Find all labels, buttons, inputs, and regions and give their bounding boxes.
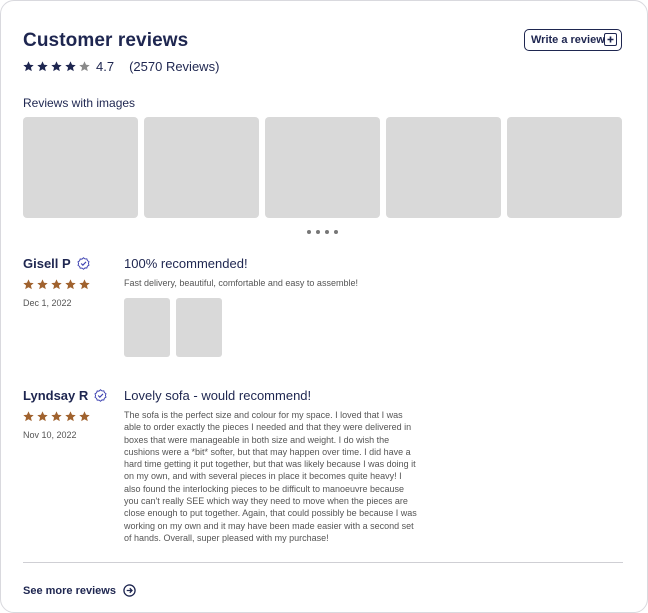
review-item: Lyndsay R Nov 10, 2022 Lovely sofa - wou…	[23, 388, 417, 543]
review-title: 100% recommended!	[124, 256, 248, 271]
review-image[interactable]	[124, 298, 170, 357]
rating-summary: 4.7 (2570 Reviews)	[23, 59, 219, 74]
star-icon	[37, 61, 48, 72]
reviewer: Gisell P	[23, 256, 90, 271]
gallery-image[interactable]	[265, 117, 380, 218]
review-title: Lovely sofa - would recommend!	[124, 388, 312, 403]
rating-value: 4.7	[96, 59, 115, 74]
verified-badge-icon	[94, 389, 107, 402]
carousel-dot[interactable]	[334, 230, 338, 234]
arrow-right-circle-icon	[123, 584, 136, 597]
carousel-dot[interactable]	[307, 230, 311, 234]
star-half-icon	[79, 61, 90, 72]
review-date: Dec 1, 2022	[23, 298, 72, 308]
carousel-dots	[307, 230, 338, 234]
see-more-label: See more reviews	[23, 584, 116, 597]
star-icon	[65, 279, 76, 290]
star-icon	[23, 411, 34, 422]
image-gallery	[23, 117, 622, 218]
star-icon	[79, 411, 90, 422]
review-images	[124, 298, 222, 357]
review-item: Gisell P Dec 1, 2022 100% recommended! F…	[23, 256, 358, 357]
gallery-image[interactable]	[144, 117, 259, 218]
divider	[23, 562, 623, 563]
review-stars	[23, 279, 90, 290]
review-body: Fast delivery, beautiful, comfortable an…	[124, 278, 358, 288]
star-icon	[65, 61, 76, 72]
star-icon	[37, 279, 48, 290]
star-icon	[65, 411, 76, 422]
reviewer-name: Gisell P	[23, 256, 71, 271]
reviewer-name: Lyndsay R	[23, 388, 89, 403]
review-count: (2570 Reviews)	[129, 59, 220, 74]
gallery-image[interactable]	[386, 117, 501, 218]
see-more-reviews-link[interactable]: See more reviews	[23, 584, 136, 597]
star-icon	[37, 411, 48, 422]
star-icon	[51, 411, 62, 422]
star-icon	[23, 61, 34, 72]
review-date: Nov 10, 2022	[23, 430, 77, 440]
page-title: Customer reviews	[23, 30, 189, 51]
write-review-button[interactable]: Write a review	[524, 29, 622, 51]
plus-icon	[604, 33, 617, 46]
star-icon	[51, 61, 62, 72]
carousel-dot[interactable]	[316, 230, 320, 234]
review-stars	[23, 411, 107, 422]
gallery-image[interactable]	[23, 117, 138, 218]
reviews-card: Customer reviews Write a review 4.7 (257…	[0, 0, 648, 613]
write-review-label: Write a review	[531, 34, 605, 46]
review-body: The sofa is the perfect size and colour …	[124, 410, 417, 543]
star-icon	[51, 279, 62, 290]
review-image[interactable]	[176, 298, 222, 357]
reviewer: Lyndsay R	[23, 388, 107, 403]
gallery-image[interactable]	[507, 117, 622, 218]
verified-badge-icon	[77, 257, 90, 270]
star-icon	[23, 279, 34, 290]
gallery-heading: Reviews with images	[23, 96, 136, 110]
summary-stars	[23, 61, 90, 72]
carousel-dot[interactable]	[325, 230, 329, 234]
star-icon	[79, 279, 90, 290]
